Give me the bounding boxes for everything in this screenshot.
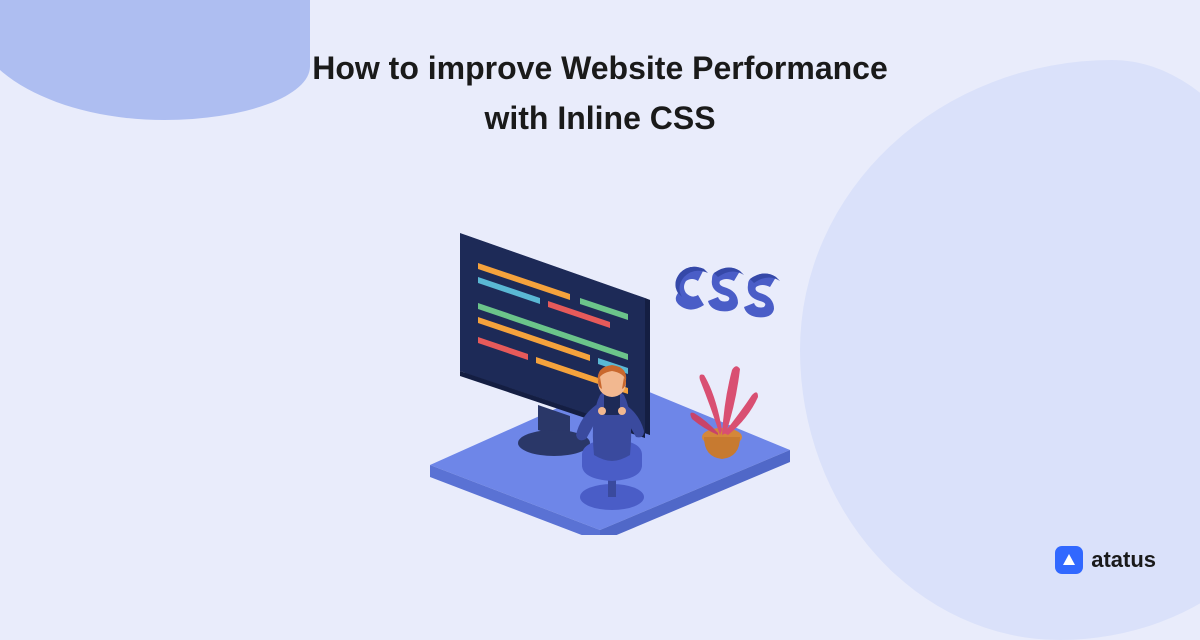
decorative-blob-top-left [0, 0, 310, 120]
brand-name: atatus [1091, 547, 1156, 573]
hero-illustration [360, 205, 840, 535]
brand-icon [1055, 546, 1083, 574]
brand-logo: atatus [1055, 546, 1156, 574]
page-title: How to improve Website Performance with … [280, 44, 920, 143]
